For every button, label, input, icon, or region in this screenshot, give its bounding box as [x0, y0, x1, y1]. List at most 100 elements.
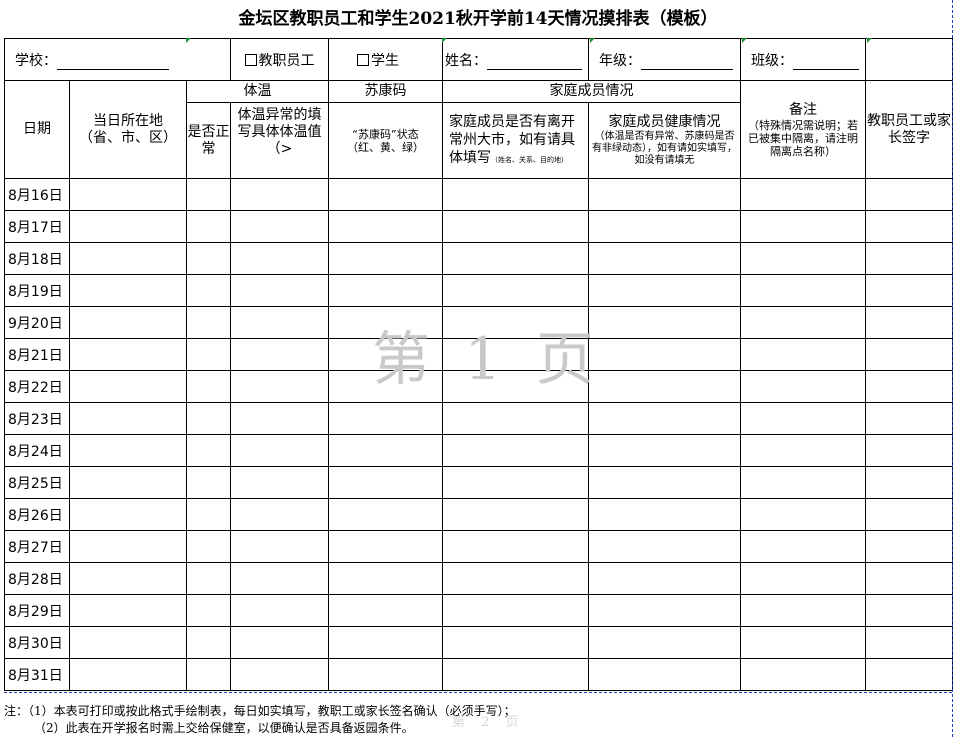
entry-cell[interactable] — [69, 434, 187, 467]
entry-cell[interactable] — [865, 498, 953, 531]
entry-cell[interactable] — [442, 530, 589, 563]
entry-cell[interactable] — [442, 466, 589, 499]
entry-cell[interactable] — [328, 498, 443, 531]
entry-cell[interactable] — [442, 658, 589, 691]
entry-cell[interactable] — [740, 242, 866, 275]
entry-cell[interactable] — [588, 274, 741, 307]
entry-cell[interactable] — [230, 562, 329, 595]
entry-cell[interactable] — [442, 242, 589, 275]
entry-cell[interactable] — [186, 338, 231, 371]
entry-cell[interactable] — [186, 178, 231, 211]
entry-cell[interactable] — [328, 626, 443, 659]
entry-cell[interactable] — [230, 242, 329, 275]
entry-cell[interactable] — [740, 658, 866, 691]
entry-cell[interactable] — [588, 338, 741, 371]
entry-cell[interactable] — [442, 562, 589, 595]
entry-cell[interactable] — [69, 178, 187, 211]
entry-cell[interactable] — [328, 210, 443, 243]
entry-cell[interactable] — [69, 306, 187, 339]
entry-cell[interactable] — [588, 210, 741, 243]
entry-cell[interactable] — [442, 434, 589, 467]
entry-cell[interactable] — [328, 594, 443, 627]
entry-cell[interactable] — [740, 370, 866, 403]
entry-cell[interactable] — [588, 626, 741, 659]
entry-cell[interactable] — [740, 466, 866, 499]
entry-cell[interactable] — [69, 530, 187, 563]
entry-cell[interactable] — [230, 498, 329, 531]
entry-cell[interactable] — [740, 210, 866, 243]
date-cell[interactable]: 8月18日 — [4, 242, 70, 275]
entry-cell[interactable] — [328, 434, 443, 467]
entry-cell[interactable] — [230, 530, 329, 563]
entry-cell[interactable] — [865, 626, 953, 659]
entry-cell[interactable] — [230, 338, 329, 371]
entry-cell[interactable] — [186, 466, 231, 499]
entry-cell[interactable] — [588, 402, 741, 435]
entry-cell[interactable] — [186, 306, 231, 339]
name-field[interactable]: 姓名： — [442, 38, 589, 81]
entry-cell[interactable] — [865, 594, 953, 627]
entry-cell[interactable] — [69, 562, 187, 595]
entry-cell[interactable] — [328, 530, 443, 563]
entry-cell[interactable] — [740, 434, 866, 467]
entry-cell[interactable] — [230, 466, 329, 499]
entry-cell[interactable] — [588, 530, 741, 563]
entry-cell[interactable] — [865, 530, 953, 563]
entry-cell[interactable] — [588, 306, 741, 339]
entry-cell[interactable] — [442, 626, 589, 659]
entry-cell[interactable] — [865, 306, 953, 339]
entry-cell[interactable] — [740, 562, 866, 595]
school-field[interactable]: 学校： — [4, 38, 231, 81]
entry-cell[interactable] — [865, 274, 953, 307]
entry-cell[interactable] — [442, 210, 589, 243]
entry-cell[interactable] — [186, 434, 231, 467]
entry-cell[interactable] — [865, 338, 953, 371]
entry-cell[interactable] — [186, 274, 231, 307]
entry-cell[interactable] — [865, 402, 953, 435]
entry-cell[interactable] — [230, 274, 329, 307]
entry-cell[interactable] — [69, 370, 187, 403]
student-option[interactable]: 学生 — [328, 38, 443, 81]
date-cell[interactable]: 8月25日 — [4, 466, 70, 499]
entry-cell[interactable] — [69, 594, 187, 627]
date-cell[interactable]: 8月22日 — [4, 370, 70, 403]
info-empty-cell[interactable] — [865, 38, 953, 81]
entry-cell[interactable] — [442, 274, 589, 307]
entry-cell[interactable] — [230, 178, 329, 211]
entry-cell[interactable] — [69, 658, 187, 691]
entry-cell[interactable] — [186, 530, 231, 563]
entry-cell[interactable] — [740, 498, 866, 531]
entry-cell[interactable] — [865, 658, 953, 691]
date-cell[interactable]: 8月27日 — [4, 530, 70, 563]
entry-cell[interactable] — [186, 594, 231, 627]
entry-cell[interactable] — [186, 242, 231, 275]
entry-cell[interactable] — [230, 434, 329, 467]
entry-cell[interactable] — [186, 562, 231, 595]
entry-cell[interactable] — [69, 242, 187, 275]
date-cell[interactable]: 8月17日 — [4, 210, 70, 243]
entry-cell[interactable] — [186, 658, 231, 691]
date-cell[interactable]: 8月31日 — [4, 658, 70, 691]
entry-cell[interactable] — [328, 274, 443, 307]
entry-cell[interactable] — [186, 402, 231, 435]
entry-cell[interactable] — [186, 210, 231, 243]
entry-cell[interactable] — [588, 594, 741, 627]
entry-cell[interactable] — [740, 626, 866, 659]
entry-cell[interactable] — [865, 242, 953, 275]
entry-cell[interactable] — [865, 434, 953, 467]
entry-cell[interactable] — [442, 594, 589, 627]
grade-field[interactable]: 年级： — [588, 38, 741, 81]
staff-option[interactable]: 教职员工 — [230, 38, 329, 81]
date-cell[interactable]: 8月30日 — [4, 626, 70, 659]
entry-cell[interactable] — [588, 370, 741, 403]
date-cell[interactable]: 8月23日 — [4, 402, 70, 435]
date-cell[interactable]: 8月16日 — [4, 178, 70, 211]
date-cell[interactable]: 8月26日 — [4, 498, 70, 531]
entry-cell[interactable] — [442, 498, 589, 531]
entry-cell[interactable] — [186, 370, 231, 403]
entry-cell[interactable] — [328, 242, 443, 275]
entry-cell[interactable] — [588, 658, 741, 691]
entry-cell[interactable] — [740, 274, 866, 307]
student-checkbox-icon[interactable] — [357, 53, 369, 66]
entry-cell[interactable] — [740, 178, 866, 211]
